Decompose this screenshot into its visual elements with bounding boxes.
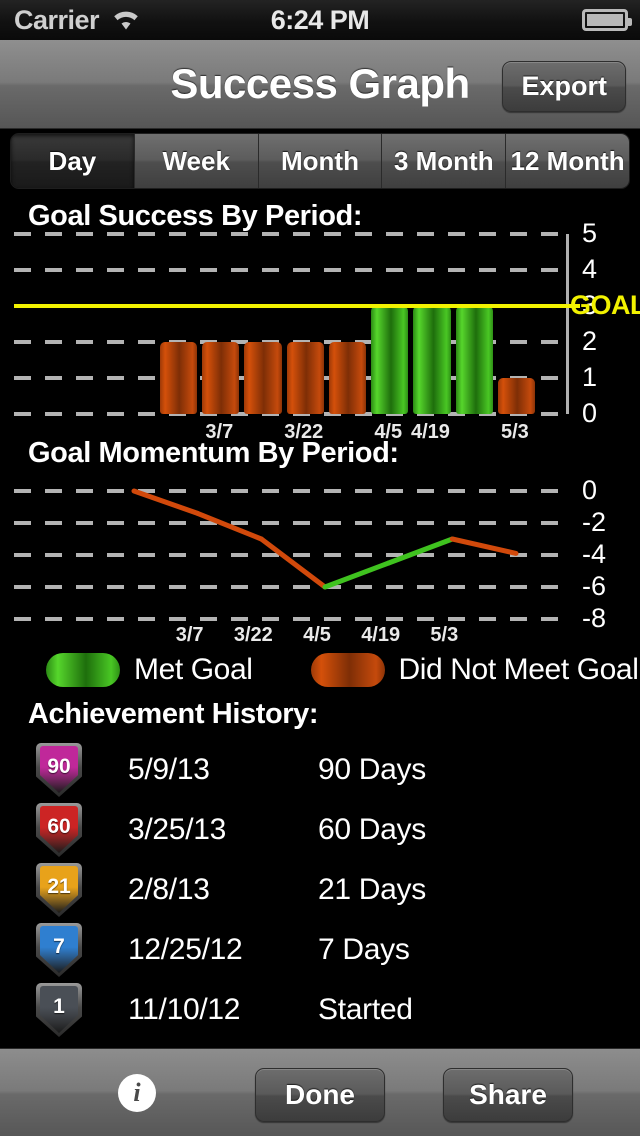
export-button[interactable]: Export (502, 61, 626, 112)
achievement-row[interactable]: 21 2/8/13 21 Days (0, 860, 640, 920)
y-axis-line (566, 234, 569, 414)
y-axis-tick-label: 5 (582, 218, 598, 248)
segment-month[interactable]: Month (258, 134, 383, 188)
gridline (14, 232, 566, 236)
bar (371, 306, 409, 414)
bar (328, 342, 367, 414)
achievement-row[interactable]: 90 5/9/13 90 Days (0, 740, 640, 800)
bar (286, 342, 324, 414)
segment-week[interactable]: Week (134, 134, 259, 188)
share-button[interactable]: Share (443, 1068, 573, 1122)
achievement-value: 21 Days (318, 873, 426, 906)
achievement-row[interactable]: 7 12/25/12 7 Days (0, 920, 640, 980)
y-axis-tick-label: 0 (582, 475, 598, 505)
done-button[interactable]: Done (255, 1068, 385, 1122)
legend-swatch (310, 653, 385, 687)
bar (202, 342, 240, 414)
achievement-value: 90 Days (318, 753, 426, 786)
status-time: 6:24 PM (270, 4, 370, 35)
content-scroll-area[interactable]: Goal Success By Period: 0 1 2 3 4 5 GOAL 3/7 3/2… (0, 192, 640, 1048)
goal-line-label: GOAL (570, 290, 640, 320)
info-icon[interactable]: i (118, 1074, 156, 1112)
navigation-bar: Success Graph Export (0, 40, 640, 129)
x-axis-tick-label: 4/19 (410, 421, 450, 443)
y-axis-tick-label: -8 (582, 603, 607, 633)
achievement-badge-icon: 21 (36, 863, 82, 917)
achievement-badge-icon: 60 (36, 803, 82, 857)
bar (160, 342, 198, 414)
y-axis-tick-label: -6 (582, 571, 607, 601)
y-axis-tick-label: -4 (582, 539, 607, 569)
gridline (14, 268, 566, 272)
achievement-badge-icon: 1 (36, 983, 82, 1037)
legend-label: Did Not Meet Goal (398, 653, 639, 686)
y-axis-tick-label: 0 (582, 398, 598, 428)
y-axis-tick-label: 1 (582, 362, 598, 392)
achievement-row[interactable]: 1 11/10/12 Started (0, 980, 640, 1040)
momentum-polyline (131, 488, 519, 590)
goal-momentum-heading: Goal Momentum By Period: (28, 437, 399, 469)
goal-threshold-line (14, 304, 580, 308)
achievement-date: 5/9/13 (128, 753, 210, 786)
legend-swatch (46, 653, 120, 687)
segment-12-month[interactable]: 12 Month (506, 134, 629, 188)
achievement-history-heading: Achievement History: (28, 698, 319, 730)
achievement-badge-icon: 90 (36, 743, 82, 797)
segment-day[interactable]: Day (11, 134, 135, 188)
chart-legend: Met Goal Did Not Meet Goal (0, 650, 640, 690)
achievement-date: 3/25/13 (128, 813, 226, 846)
achievement-date: 11/10/12 (128, 993, 241, 1026)
y-axis-tick-label: -2 (582, 507, 607, 537)
badge-number: 7 (53, 935, 65, 958)
badge-number: 21 (47, 875, 71, 898)
bottom-toolbar: i Done Share (0, 1048, 640, 1136)
bar (244, 342, 282, 414)
battery-icon (582, 9, 632, 31)
achievement-date: 2/8/13 (128, 873, 210, 906)
segment-3-month[interactable]: 3 Month (382, 134, 507, 188)
y-axis-tick-label: 4 (582, 254, 598, 284)
bar (455, 306, 493, 414)
achievement-badge-icon: 7 (36, 923, 82, 977)
badge-number: 1 (53, 995, 65, 1018)
x-axis-tick-label: 5/3 (500, 421, 529, 443)
y-axis-tick-label: 2 (582, 326, 598, 356)
period-segmented-control[interactable]: Day Week Month 3 Month 12 Month (10, 133, 630, 189)
legend-label: Met Goal (134, 653, 253, 686)
achievement-value: Started (318, 993, 413, 1026)
badge-number: 90 (47, 755, 71, 778)
app-screen: Carrier 6:24 PM Success Graph Export Day… (0, 0, 640, 1136)
bar (413, 306, 451, 414)
achievement-row[interactable]: 60 3/25/13 60 Days (0, 800, 640, 860)
achievement-value: 7 Days (318, 933, 410, 966)
goal-momentum-line-chart: -8 -6 -4 -2 0 3/7 3/22 4/5 4/19 5/3 (0, 475, 640, 646)
x-axis-tick-label: 5/3 (430, 624, 459, 646)
goal-success-bar-chart: 0 1 2 3 4 5 GOAL 3/7 3/22 4/5 4/19 5/3 (0, 218, 640, 442)
status-bar: Carrier 6:24 PM (0, 0, 640, 40)
page-title: Success Graph (170, 60, 470, 107)
achievement-date: 12/25/12 (128, 933, 243, 966)
bar (497, 378, 535, 414)
achievement-value: 60 Days (318, 813, 426, 846)
badge-number: 60 (47, 815, 71, 838)
